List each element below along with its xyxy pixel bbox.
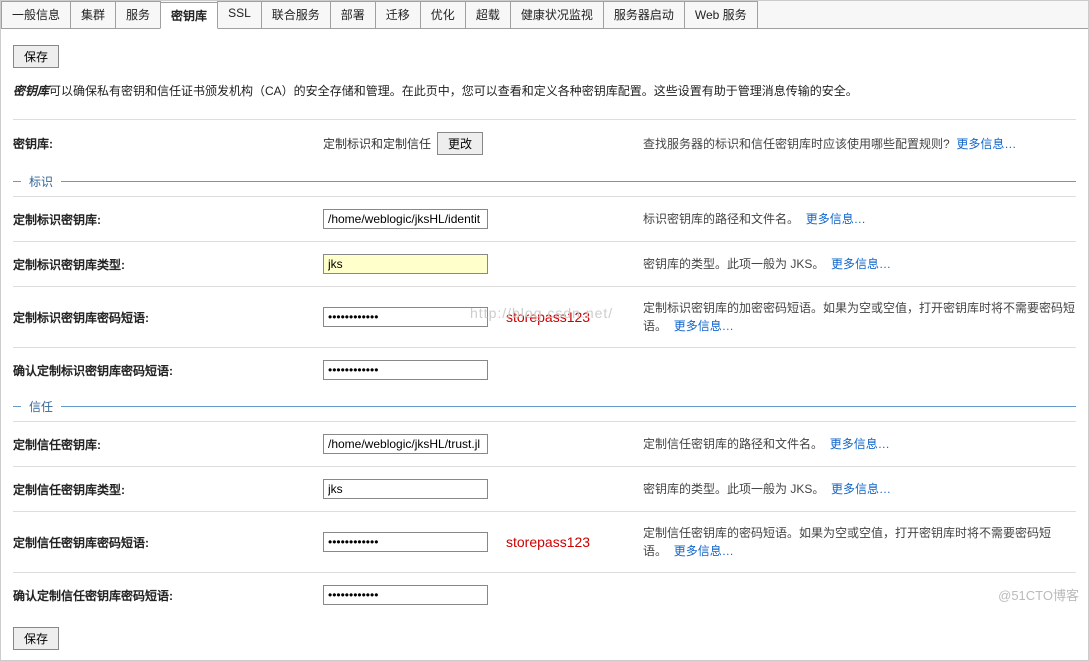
tab-health[interactable]: 健康状况监视 <box>510 1 604 28</box>
more-info-link[interactable]: 更多信息… <box>830 437 890 451</box>
identity-pass-confirm-label: 确认定制标识密钥库密码短语: <box>13 362 323 379</box>
trust-pass-confirm-input[interactable] <box>323 585 488 605</box>
section-trust: 信任 <box>13 398 1076 415</box>
section-identity-label: 标识 <box>21 173 61 190</box>
tab-services[interactable]: 服务 <box>115 1 161 28</box>
trust-type-help: 密钥库的类型。此项一般为 JKS。 <box>643 482 824 496</box>
section-trust-label: 信任 <box>21 398 61 415</box>
desc-body: 可以确保私有密钥和信任证书颁发机构（CA）的安全存储和管理。在此页中，您可以查看… <box>49 84 858 98</box>
save-button-top[interactable]: 保存 <box>13 45 59 68</box>
identity-keystore-label: 定制标识密钥库: <box>13 211 323 228</box>
identity-keystore-input[interactable] <box>323 209 488 229</box>
identity-pass-label: 定制标识密钥库密码短语: <box>13 309 323 326</box>
trust-keystore-label: 定制信任密钥库: <box>13 436 323 453</box>
section-identity: 标识 <box>13 173 1076 190</box>
tab-deploy[interactable]: 部署 <box>330 1 376 28</box>
identity-type-help: 密钥库的类型。此项一般为 JKS。 <box>643 257 824 271</box>
trust-pass-input[interactable] <box>323 532 488 552</box>
tab-serverstart[interactable]: 服务器启动 <box>603 1 685 28</box>
keystore-value: 定制标识和定制信任 <box>323 135 431 152</box>
identity-keystore-help: 标识密钥库的路径和文件名。 <box>643 212 799 226</box>
more-info-link[interactable]: 更多信息… <box>956 137 1016 151</box>
trust-pass-confirm-label: 确认定制信任密钥库密码短语: <box>13 587 323 604</box>
tab-tuning[interactable]: 优化 <box>420 1 466 28</box>
tab-bar: 一般信息 集群 服务 密钥库 SSL 联合服务 部署 迁移 优化 超载 健康状况… <box>1 1 1088 29</box>
keystore-help: 查找服务器的标识和信任密钥库时应该使用哪些配置规则? <box>643 137 950 151</box>
identity-type-label: 定制标识密钥库类型: <box>13 256 323 273</box>
trust-type-label: 定制信任密钥库类型: <box>13 481 323 498</box>
page-description: 密钥库可以确保私有密钥和信任证书颁发机构（CA）的安全存储和管理。在此页中，您可… <box>13 82 1076 101</box>
more-info-link[interactable]: 更多信息… <box>674 319 734 333</box>
save-button-bottom[interactable]: 保存 <box>13 627 59 650</box>
tab-keystore[interactable]: 密钥库 <box>160 2 218 29</box>
tab-webservices[interactable]: Web 服务 <box>684 1 758 28</box>
identity-pass-confirm-input[interactable] <box>323 360 488 380</box>
trust-keystore-input[interactable] <box>323 434 488 454</box>
desc-prefix: 密钥库 <box>13 84 49 98</box>
tab-federation[interactable]: 联合服务 <box>261 1 331 28</box>
tab-general[interactable]: 一般信息 <box>1 1 71 28</box>
watermark-corner: @51CTO博客 <box>998 585 1079 604</box>
trust-type-input[interactable] <box>323 479 488 499</box>
trust-pass-label: 定制信任密钥库密码短语: <box>13 534 323 551</box>
trust-keystore-help: 定制信任密钥库的路径和文件名。 <box>643 437 823 451</box>
tab-ssl[interactable]: SSL <box>217 1 262 28</box>
keystore-label: 密钥库: <box>13 135 323 152</box>
more-info-link[interactable]: 更多信息… <box>831 257 891 271</box>
more-info-link[interactable]: 更多信息… <box>806 212 866 226</box>
tab-cluster[interactable]: 集群 <box>70 1 116 28</box>
more-info-link[interactable]: 更多信息… <box>831 482 891 496</box>
identity-type-input[interactable] <box>323 254 488 274</box>
more-info-link[interactable]: 更多信息… <box>674 544 734 558</box>
tab-overload[interactable]: 超载 <box>465 1 511 28</box>
change-button[interactable]: 更改 <box>437 132 483 155</box>
identity-pass-input[interactable] <box>323 307 488 327</box>
tab-migrate[interactable]: 迁移 <box>375 1 421 28</box>
